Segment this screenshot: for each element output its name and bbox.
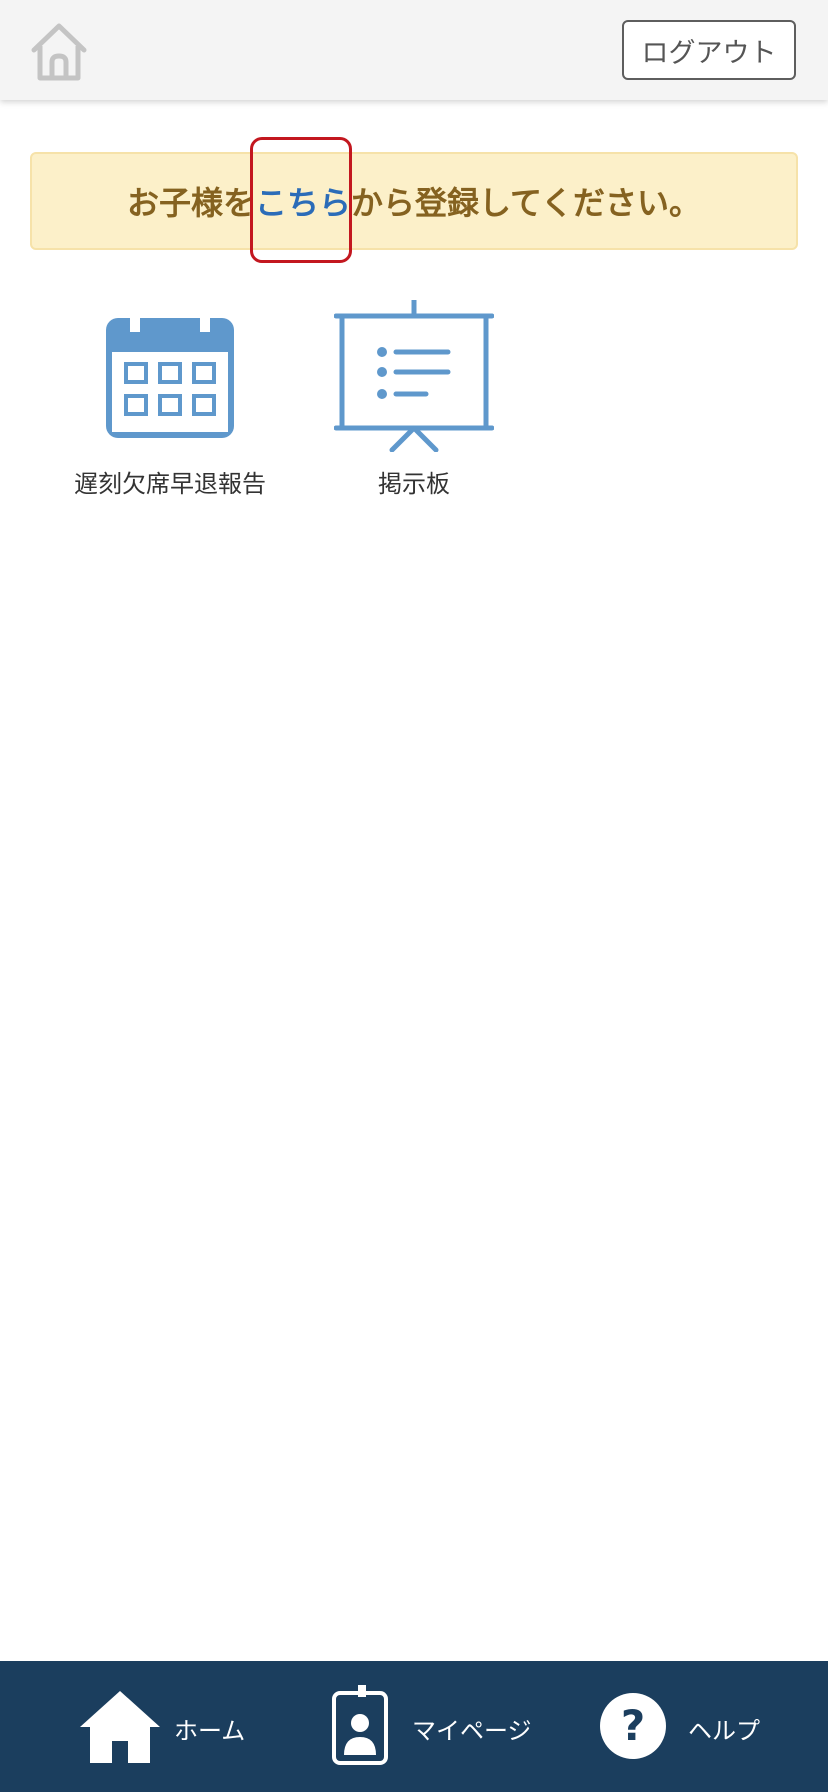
register-here-link[interactable]: こちら — [255, 178, 351, 224]
notice-suffix: から登録してください。 — [350, 184, 702, 222]
nav-mypage[interactable]: マイページ — [326, 1661, 546, 1792]
nav-help-label: ヘルプ — [688, 1717, 760, 1745]
presentation-board-icon — [334, 300, 494, 452]
home-icon — [80, 1691, 160, 1763]
svg-text:?: ? — [621, 1701, 645, 1750]
home-outline-icon — [31, 23, 87, 81]
logout-button[interactable]: ログアウト — [622, 20, 796, 80]
notice-prefix: お子様を — [126, 184, 255, 222]
page: ログアウト お子様を こちら から登録してください。 遅刻欠席早退報告 掲示板 … — [0, 0, 828, 1792]
help-icon: ? — [600, 1693, 666, 1759]
menu-bulletin-board-label: 掲示板 — [378, 470, 450, 498]
bottom-nav: ホーム マイページ ? ヘルプ — [0, 1661, 828, 1792]
register-child-notice: お子様を こちら から登録してください。 — [30, 152, 798, 250]
nav-home-label: ホーム — [174, 1717, 246, 1745]
header: ログアウト — [0, 0, 828, 100]
home-icon-button[interactable] — [26, 20, 92, 84]
menu-attendance-report[interactable]: 遅刻欠席早退報告 — [70, 300, 270, 500]
nav-help[interactable]: ? ヘルプ — [596, 1661, 796, 1792]
calendar-icon — [106, 308, 234, 438]
nav-home[interactable]: ホーム — [70, 1661, 270, 1792]
id-badge-icon — [332, 1685, 388, 1765]
nav-mypage-label: マイページ — [412, 1717, 532, 1745]
menu-attendance-report-label: 遅刻欠席早退報告 — [74, 470, 266, 498]
menu-bulletin-board[interactable]: 掲示板 — [314, 300, 514, 500]
